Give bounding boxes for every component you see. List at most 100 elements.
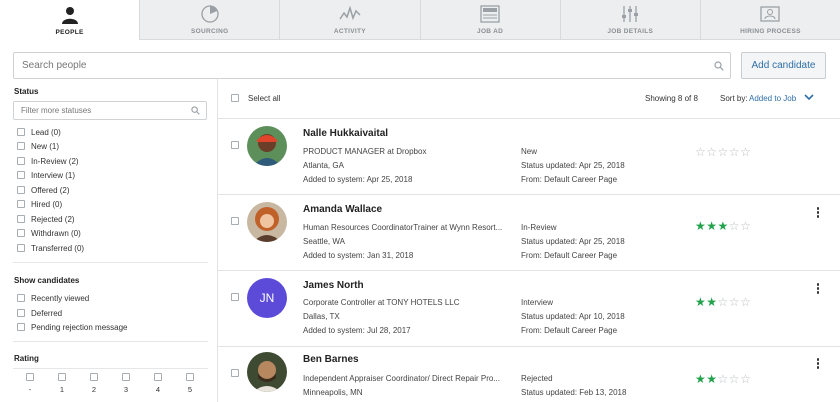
- tab-activity[interactable]: ACTIVITY: [279, 0, 419, 40]
- tab-sourcing[interactable]: SOURCING: [139, 0, 279, 40]
- candidate-row[interactable]: Nalle Hukkaivaital PRODUCT MANAGER at Dr…: [218, 119, 840, 195]
- select-all-label[interactable]: Select all: [248, 94, 280, 103]
- add-candidate-button[interactable]: Add candidate: [741, 52, 826, 79]
- star-filled-icon[interactable]: ★: [695, 372, 706, 386]
- search-icon[interactable]: [714, 61, 724, 71]
- rating-option-1[interactable]: 1: [52, 373, 72, 394]
- show-candidates-title: Show candidates: [14, 276, 80, 285]
- search-input[interactable]: [14, 53, 730, 78]
- star-empty-icon[interactable]: ☆: [740, 295, 751, 309]
- avatar: [247, 352, 287, 392]
- candidate-added: Added to system: Jul 28, 2017: [303, 326, 411, 335]
- status-option-transferred[interactable]: Transferred (0): [17, 242, 84, 254]
- select-all-checkbox[interactable]: [231, 94, 239, 102]
- star-empty-icon[interactable]: ☆: [729, 145, 740, 159]
- show-option-pending-rejection[interactable]: Pending rejection message: [17, 321, 128, 333]
- status-option-offered[interactable]: Offered (2): [17, 184, 70, 196]
- checkbox[interactable]: [17, 294, 25, 302]
- star-filled-icon[interactable]: ★: [695, 295, 706, 309]
- star-empty-icon[interactable]: ☆: [718, 295, 729, 309]
- more-options-icon[interactable]: [815, 358, 821, 370]
- star-empty-icon[interactable]: ☆: [729, 219, 740, 233]
- star-empty-icon[interactable]: ☆: [740, 145, 751, 159]
- star-empty-icon[interactable]: ☆: [695, 145, 706, 159]
- checkbox[interactable]: [26, 373, 34, 381]
- checkbox[interactable]: [90, 373, 98, 381]
- star-rating[interactable]: ★★★☆☆: [695, 219, 751, 233]
- more-options-icon[interactable]: [815, 207, 821, 219]
- sort-dropdown[interactable]: Added to Job: [749, 94, 796, 103]
- star-empty-icon[interactable]: ☆: [740, 219, 751, 233]
- star-empty-icon[interactable]: ☆: [718, 372, 729, 386]
- candidate-checkbox[interactable]: [231, 293, 239, 301]
- checkbox[interactable]: [122, 373, 130, 381]
- star-filled-icon[interactable]: ★: [706, 295, 717, 309]
- checkbox[interactable]: [17, 157, 25, 165]
- candidate-name[interactable]: Nalle Hukkaivaital: [303, 128, 388, 139]
- star-rating[interactable]: ★★☆☆☆: [695, 372, 751, 386]
- candidate-location: Seattle, WA: [303, 237, 345, 246]
- checkbox[interactable]: [17, 229, 25, 237]
- checkbox[interactable]: [17, 323, 25, 331]
- checkbox[interactable]: [58, 373, 66, 381]
- status-option-in-review[interactable]: In-Review (2): [17, 155, 79, 167]
- checkbox[interactable]: [17, 171, 25, 179]
- candidate-row[interactable]: Amanda Wallace Human Resources Coordinat…: [218, 195, 840, 271]
- candidate-checkbox[interactable]: [231, 141, 239, 149]
- status-option-withdrawn[interactable]: Withdrawn (0): [17, 227, 81, 239]
- tab-job-details[interactable]: JOB DETAILS: [559, 0, 700, 40]
- checkbox[interactable]: [154, 373, 162, 381]
- star-empty-icon[interactable]: ☆: [729, 372, 740, 386]
- rating-option-4[interactable]: 4: [148, 373, 168, 394]
- checkbox[interactable]: [186, 373, 194, 381]
- tab-job-ad[interactable]: JOB AD: [419, 0, 560, 40]
- chevron-down-icon[interactable]: [804, 93, 814, 101]
- candidate-name[interactable]: Amanda Wallace: [303, 204, 382, 215]
- star-filled-icon[interactable]: ★: [695, 219, 706, 233]
- more-options-icon[interactable]: [815, 283, 821, 295]
- show-option-recently-viewed[interactable]: Recently viewed: [17, 292, 89, 304]
- status-option-new[interactable]: New (1): [17, 140, 59, 152]
- star-empty-icon[interactable]: ☆: [740, 372, 751, 386]
- candidate-name[interactable]: James North: [303, 280, 364, 291]
- rating-option-2[interactable]: 2: [84, 373, 104, 394]
- checkbox[interactable]: [17, 215, 25, 223]
- rating-option-none[interactable]: -: [20, 373, 40, 394]
- star-empty-icon[interactable]: ☆: [718, 145, 729, 159]
- tab-people[interactable]: PEOPLE: [0, 0, 140, 41]
- status-option-rejected[interactable]: Rejected (2): [17, 213, 75, 225]
- checkbox[interactable]: [17, 186, 25, 194]
- checkbox[interactable]: [17, 128, 25, 136]
- candidate-checkbox[interactable]: [231, 217, 239, 225]
- section-divider: [13, 262, 208, 263]
- rating-option-5[interactable]: 5: [180, 373, 200, 394]
- checkbox[interactable]: [17, 309, 25, 317]
- star-rating[interactable]: ★★☆☆☆: [695, 295, 751, 309]
- candidate-status: New: [521, 147, 538, 156]
- status-option-lead[interactable]: Lead (0): [17, 126, 61, 138]
- star-empty-icon[interactable]: ☆: [729, 295, 740, 309]
- checkbox[interactable]: [17, 200, 25, 208]
- star-filled-icon[interactable]: ★: [706, 219, 717, 233]
- star-filled-icon[interactable]: ★: [706, 372, 717, 386]
- search-icon: [191, 106, 200, 115]
- tab-label: HIRING PROCESS: [740, 28, 801, 35]
- candidate-row[interactable]: Ben Barnes Independent Appraiser Coordin…: [218, 347, 840, 402]
- candidate-source: From: Default Career Page: [521, 251, 618, 260]
- candidate-name[interactable]: Ben Barnes: [303, 354, 359, 365]
- status-option-hired[interactable]: Hired (0): [17, 198, 62, 210]
- checkbox[interactable]: [17, 142, 25, 150]
- status-filter-input[interactable]: [14, 102, 206, 119]
- candidate-status: Interview: [521, 298, 554, 307]
- candidate-row[interactable]: JN James North Corporate Controller at T…: [218, 271, 840, 347]
- status-option-interview[interactable]: Interview (1): [17, 169, 75, 181]
- star-filled-icon[interactable]: ★: [718, 219, 729, 233]
- checkbox[interactable]: [17, 244, 25, 252]
- candidate-checkbox[interactable]: [231, 369, 239, 377]
- star-empty-icon[interactable]: ☆: [706, 145, 717, 159]
- show-option-deferred[interactable]: Deferred: [17, 307, 62, 319]
- rating-option-3[interactable]: 3: [116, 373, 136, 394]
- tab-hiring-process[interactable]: HIRING PROCESS: [699, 0, 840, 40]
- avatar: JN: [247, 278, 287, 318]
- star-rating[interactable]: ☆☆☆☆☆: [695, 145, 751, 159]
